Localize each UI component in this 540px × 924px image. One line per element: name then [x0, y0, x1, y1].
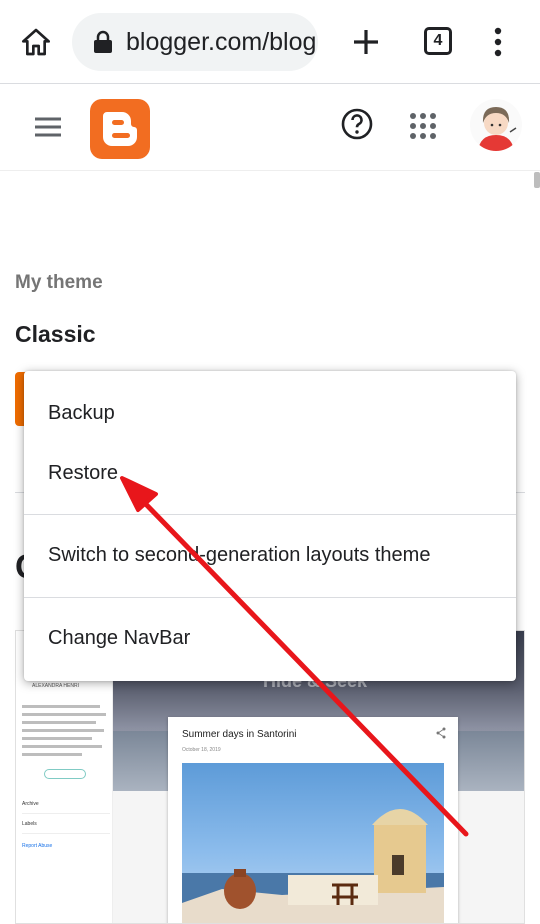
preview-text-line — [22, 729, 104, 732]
preview-text-line — [22, 753, 82, 756]
preview-text-line — [22, 737, 92, 740]
preview-pill-button — [44, 769, 86, 779]
preview-sidebar-row: Labels — [22, 821, 110, 834]
preview-report-link: Report Abuse — [22, 843, 53, 849]
share-icon — [436, 727, 446, 739]
my-theme-label: My theme — [15, 272, 103, 293]
browser-toolbar: blogger.com/blog 4 — [0, 0, 540, 84]
help-circle-icon[interactable] — [340, 107, 374, 141]
preview-text-line — [22, 745, 102, 748]
preview-post-photo — [182, 763, 444, 923]
preview-post-card: Summer days in Santorini October 18, 201… — [168, 717, 458, 923]
tab-switcher-button[interactable]: 4 — [424, 27, 452, 55]
preview-sidebar-row: Archive — [22, 801, 110, 814]
theme-options-menu: Backup Restore Switch to second-generati… — [24, 371, 516, 681]
url-text: blogger.com/blog — [126, 28, 317, 56]
apps-grid-icon[interactable] — [408, 111, 438, 141]
menu-item-change-navbar[interactable]: Change NavBar — [48, 627, 190, 650]
theme-name: Classic — [15, 321, 96, 347]
address-bar[interactable]: blogger.com/blog — [72, 13, 318, 71]
blogger-logo-icon[interactable] — [90, 99, 150, 159]
hamburger-menu-icon[interactable] — [32, 111, 64, 143]
menu-divider — [24, 597, 516, 598]
preview-text-line — [22, 713, 106, 716]
more-vert-icon[interactable] — [484, 24, 512, 60]
plus-icon[interactable] — [350, 26, 382, 58]
blogger-header — [0, 85, 540, 171]
menu-item-backup[interactable]: Backup — [48, 402, 115, 425]
preview-post-date: October 18, 2019 — [182, 747, 221, 753]
preview-text-line — [22, 721, 96, 724]
user-avatar[interactable] — [470, 99, 522, 151]
page-scrollbar[interactable] — [534, 172, 540, 188]
lock-icon — [94, 30, 112, 53]
home-icon[interactable] — [20, 26, 52, 58]
preview-text-line — [22, 705, 100, 708]
menu-divider — [24, 514, 516, 515]
preview-author-name: ALEXANDRA HENRI — [32, 683, 79, 689]
menu-item-switch-layouts-theme[interactable]: Switch to second-generation layouts them… — [48, 544, 430, 567]
menu-item-restore[interactable]: Restore — [48, 462, 118, 485]
preview-post-title: Summer days in Santorini — [182, 729, 297, 740]
